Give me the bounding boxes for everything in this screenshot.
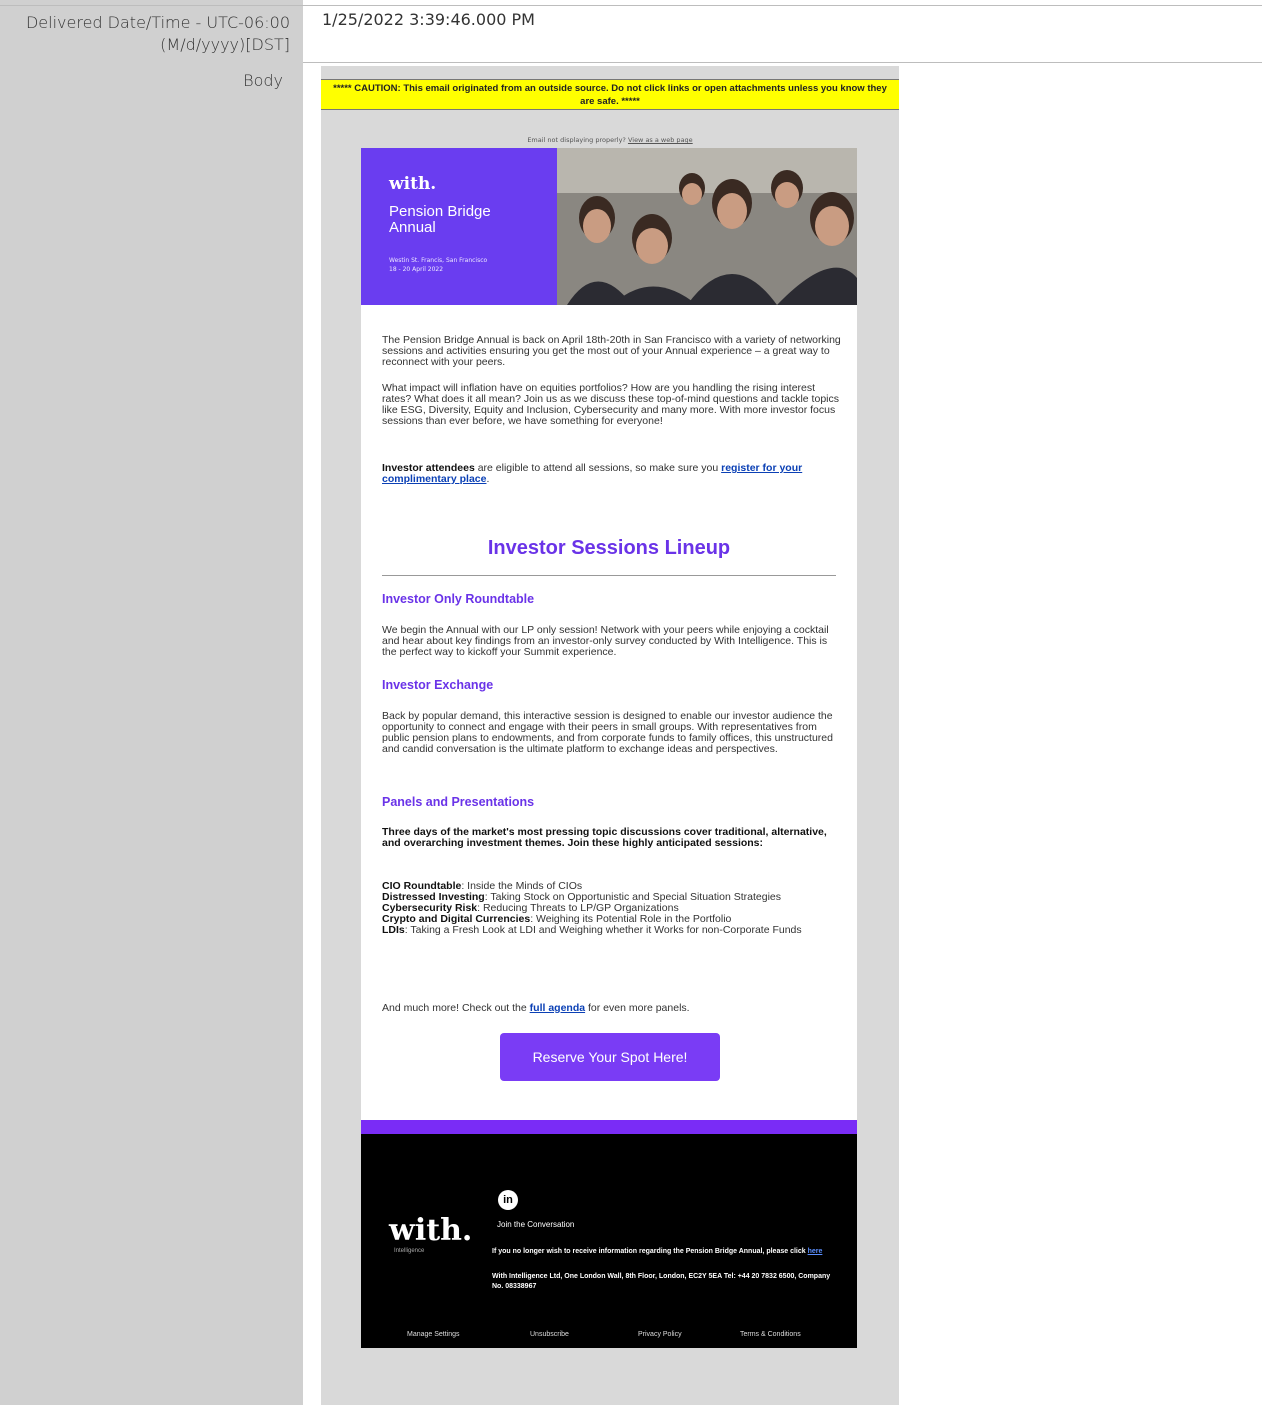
footer-accent-bar [361, 1120, 857, 1134]
section-title: Panels and Presentations [382, 795, 535, 809]
lineup-heading: Investor Sessions Lineup [487, 537, 731, 559]
manage-settings-link[interactable]: Manage Settings [407, 1331, 460, 1338]
section-text: Back by popular demand, this interactive… [382, 710, 833, 755]
hero-photo [557, 148, 857, 305]
section-text: We begin the Annual with our LP only ses… [382, 624, 829, 658]
view-prefix: Email not displaying properly? [527, 136, 626, 144]
more-prefix: And much more! Check out the [382, 1002, 530, 1014]
divider [0, 5, 1262, 6]
hero-title: Pension Bridge Annual [389, 203, 491, 236]
hero-logo: with. [389, 174, 437, 194]
company-address: With Intelligence Ltd, One London Wall, … [492, 1273, 831, 1290]
hero-dates: 18 - 20 April 2022 [389, 266, 444, 273]
label-column [0, 0, 303, 1405]
intro-paragraph-2: What impact will inflation have on equit… [382, 382, 839, 427]
divider [303, 62, 1262, 63]
email-body: ***** CAUTION: This email originated fro… [321, 66, 899, 1405]
footer-logo: with. [389, 1213, 473, 1248]
hero-venue: Westin St. Francis, San Francisco [389, 257, 488, 264]
reserve-spot-button[interactable]: Reserve Your Spot Here! [500, 1033, 720, 1081]
view-web-line: Email not displaying properly? View as a… [321, 136, 899, 144]
privacy-policy-link[interactable]: Privacy Policy [638, 1331, 682, 1338]
delivered-value: 1/25/2022 3:39:46.000 PM [322, 10, 535, 29]
email-content: The Pension Bridge Annual is back on Apr… [361, 305, 857, 1120]
session-list: CIO Roundtable: Inside the Minds of CIOs… [382, 881, 842, 936]
delivered-label: Delivered Date/Time - UTC-06:00 (M/d/yyy… [25, 13, 290, 54]
hero-location: Westin St. Francis, San Francisco 18 - 2… [389, 256, 549, 274]
unsubscribe-link[interactable]: Unsubscribe [530, 1331, 569, 1338]
hero-banner: with. Pension Bridge Annual Westin St. F… [361, 148, 857, 305]
more-suffix: for even more panels. [585, 1002, 690, 1014]
linkedin-icon[interactable]: in [498, 1190, 518, 1210]
caution-banner: ***** CAUTION: This email originated fro… [321, 79, 899, 110]
footer-logo-sub: Intelligence [394, 1248, 425, 1254]
divider [382, 575, 836, 576]
audience-photo [557, 148, 857, 305]
view-web-link[interactable]: View as a web page [628, 136, 693, 144]
agenda-link[interactable]: full agenda [530, 1002, 585, 1014]
terms-link[interactable]: Terms & Conditions [740, 1331, 801, 1338]
unsubscribe-notice: If you no longer wish to receive informa… [492, 1247, 837, 1257]
investor-mid: are eligible to attend all sessions, so … [474, 462, 722, 474]
section-title: Investor Only Roundtable [382, 592, 535, 606]
body-label: Body [243, 71, 283, 90]
session-item: LDIs: Taking a Fresh Look at LDI and Wei… [382, 924, 802, 936]
more-paragraph: And much more! Check out the full agenda… [382, 1003, 842, 1014]
join-conversation: Join the Conversation [497, 1220, 575, 1229]
hero-panel: with. Pension Bridge Annual Westin St. F… [361, 148, 557, 305]
section-title: Investor Exchange [382, 678, 494, 692]
unsub-text: If you no longer wish to receive informa… [492, 1248, 808, 1255]
email-footer: with. Intelligence in Join the Conversat… [361, 1134, 857, 1348]
intro-paragraph-1: The Pension Bridge Annual is back on Apr… [382, 334, 841, 368]
investor-paragraph: Investor attendees are eligible to atten… [382, 462, 803, 485]
panels-intro: Three days of the market's most pressing… [382, 826, 827, 849]
unsub-here-link[interactable]: here [808, 1248, 823, 1255]
